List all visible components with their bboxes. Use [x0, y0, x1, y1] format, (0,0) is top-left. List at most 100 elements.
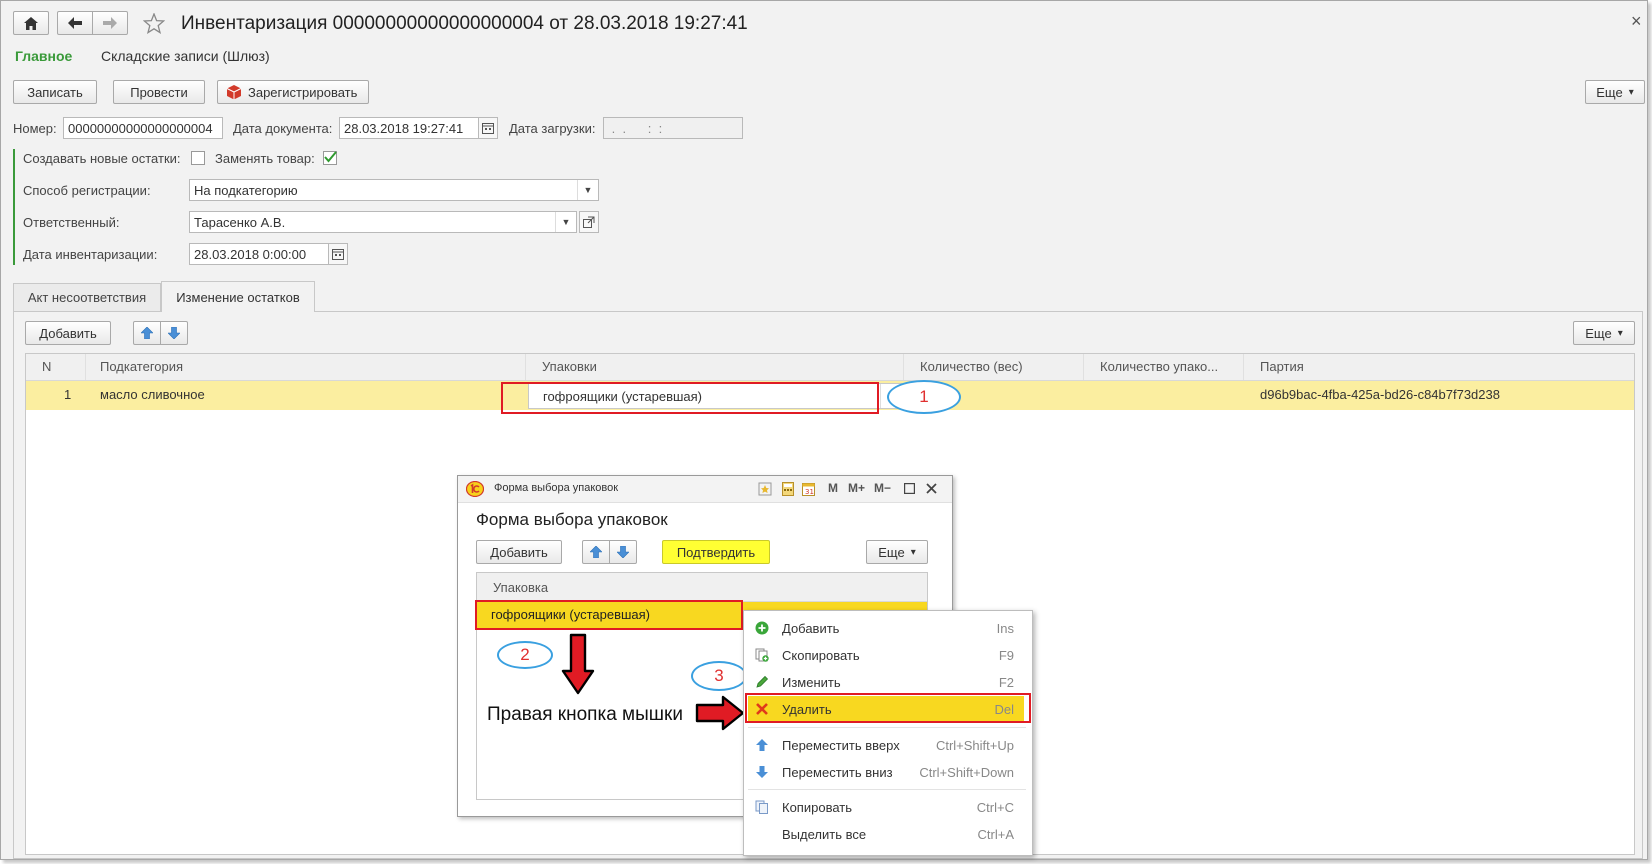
- inv-date-field[interactable]: 28.03.2018 0:00:00: [189, 243, 329, 265]
- arrow-up-icon: [754, 737, 770, 753]
- down-arrow-marker-icon: [561, 633, 595, 695]
- dialog-title: Форма выбора упаковок: [476, 510, 668, 529]
- forward-button[interactable]: [92, 11, 128, 35]
- replace-label: Заменять товар:: [215, 151, 315, 166]
- back-button[interactable]: [57, 11, 93, 35]
- move-up-button[interactable]: [133, 321, 161, 345]
- cell-n: 1: [64, 387, 72, 402]
- move-down-button[interactable]: [160, 321, 188, 345]
- dialog-move-up-button[interactable]: [582, 540, 610, 564]
- home-icon: [24, 16, 38, 30]
- reg-method-label: Способ регистрации:: [23, 183, 151, 198]
- chevron-down-icon: ▾: [1628, 86, 1634, 98]
- menu-item-copy-key: Ctrl+C: [976, 799, 1014, 815]
- responsible-select[interactable]: Тарасенко А.В. ▼: [189, 211, 577, 233]
- arrow-right-icon: [103, 17, 117, 29]
- reg-method-value: На подкатегорию: [194, 182, 298, 198]
- calculator-icon[interactable]: [782, 482, 794, 496]
- register-button[interactable]: Зарегистрировать: [217, 80, 369, 104]
- chevron-down-icon[interactable]: ▼: [555, 212, 576, 232]
- tab-act[interactable]: Акт несоответствия: [13, 283, 161, 311]
- menu-item-move-down-key: Ctrl+Shift+Down: [919, 764, 1014, 780]
- menu-divider: [748, 727, 1026, 728]
- menu-item-add-label: Добавить: [782, 620, 840, 636]
- section-tab-warehouse[interactable]: Складские записи (Шлюз): [101, 48, 270, 64]
- dialog-grid-header[interactable]: Упаковка: [477, 573, 927, 602]
- dialog-move-down-button[interactable]: [609, 540, 637, 564]
- register-button-label: Зарегистрировать: [248, 84, 358, 100]
- home-button[interactable]: [13, 11, 49, 35]
- more-button-table[interactable]: Еще ▾: [1573, 321, 1635, 345]
- open-responsible-button[interactable]: [579, 211, 599, 233]
- calendar-icon[interactable]: 31: [802, 482, 815, 496]
- number-field[interactable]: 00000000000000000004: [63, 117, 223, 139]
- section-tab-main[interactable]: Главное: [15, 48, 72, 64]
- pencil-icon: [754, 674, 770, 690]
- create-new-label: Создавать новые остатки:: [23, 151, 181, 166]
- highlight-packaging-cell: [501, 382, 879, 414]
- menu-item-copy-label: Копировать: [782, 799, 852, 815]
- annotation-marker-1: 1: [887, 380, 961, 414]
- close-icon[interactable]: ×: [1631, 11, 1642, 32]
- column-header-subcategory[interactable]: Подкатегория: [86, 354, 526, 380]
- menu-item-move-down[interactable]: Переместить вниз Ctrl+Shift+Down: [748, 759, 1024, 785]
- close-icon[interactable]: [926, 483, 937, 494]
- menu-item-copy-new-label: Скопировать: [782, 647, 860, 663]
- context-menu: Добавить Ins Скопировать F9 Изменить F2 …: [743, 610, 1033, 856]
- menu-item-add[interactable]: Добавить Ins: [748, 615, 1024, 641]
- dialog-confirm-button[interactable]: Подтвердить: [662, 540, 770, 564]
- menu-item-move-up[interactable]: Переместить вверх Ctrl+Shift+Up: [748, 732, 1024, 758]
- right-arrow-marker-icon: [695, 695, 745, 731]
- open-link-icon: [583, 216, 595, 228]
- doc-date-field[interactable]: 28.03.2018 19:27:41: [339, 117, 479, 139]
- menu-item-select-all[interactable]: Выделить все Ctrl+A: [748, 821, 1024, 847]
- create-new-checkbox[interactable]: [191, 151, 205, 165]
- bookmark-icon[interactable]: [758, 482, 772, 496]
- more-button-table-label: Еще: [1585, 325, 1612, 341]
- star-icon[interactable]: [143, 13, 165, 34]
- chevron-down-icon[interactable]: ▼: [577, 180, 598, 200]
- menu-item-copy[interactable]: Копировать Ctrl+C: [748, 794, 1024, 820]
- menu-item-edit[interactable]: Изменить F2: [748, 669, 1024, 695]
- column-header-n[interactable]: N: [26, 354, 86, 380]
- calendar-icon: [332, 249, 344, 260]
- more-button-top[interactable]: Еще ▾: [1585, 80, 1645, 104]
- dialog-add-button[interactable]: Добавить: [476, 540, 562, 564]
- highlight-delete-item: [745, 693, 1031, 723]
- right-click-caption: Правая кнопка мышки: [487, 704, 683, 725]
- options-group-accent: [13, 149, 15, 265]
- column-header-packaging[interactable]: Упаковки: [526, 354, 904, 380]
- menu-item-select-all-label: Выделить все: [782, 826, 867, 842]
- column-header-qty-weight[interactable]: Количество (вес): [904, 354, 1084, 380]
- memory-m-button[interactable]: M: [828, 481, 838, 495]
- arrow-down-icon: [168, 327, 180, 339]
- menu-item-move-down-label: Переместить вниз: [782, 764, 893, 780]
- maximize-icon[interactable]: [904, 483, 915, 494]
- column-header-packaging: Упаковка: [493, 580, 549, 595]
- column-header-batch[interactable]: Партия: [1244, 354, 1634, 380]
- column-header-qty-pack[interactable]: Количество упако...: [1084, 354, 1244, 380]
- reg-method-select[interactable]: На подкатегорию ▼: [189, 179, 599, 201]
- chevron-down-icon: ▾: [910, 546, 916, 558]
- memory-mminus-button[interactable]: M−: [874, 481, 891, 495]
- tab-changes[interactable]: Изменение остатков: [161, 281, 315, 312]
- arrow-left-icon: [68, 17, 82, 29]
- menu-item-edit-key: F2: [998, 674, 1014, 690]
- inv-date-label: Дата инвентаризации:: [23, 247, 158, 262]
- menu-item-copy-new[interactable]: Скопировать F9: [748, 642, 1024, 668]
- plus-circle-icon: [754, 620, 770, 636]
- replace-checkbox[interactable]: [323, 151, 337, 165]
- add-row-button[interactable]: Добавить: [25, 321, 111, 345]
- write-button[interactable]: Записать: [13, 80, 97, 104]
- tab-changes-label: Изменение остатков: [176, 289, 300, 305]
- calendar-button-inv[interactable]: [328, 243, 348, 265]
- calendar-button-doc[interactable]: [478, 117, 498, 139]
- dialog-more-button[interactable]: Еще ▾: [866, 540, 928, 564]
- window-title: Инвентаризация 00000000000000000004 от 2…: [181, 13, 748, 34]
- menu-item-edit-label: Изменить: [782, 674, 841, 690]
- copy-icon: [754, 799, 770, 815]
- main-window: Инвентаризация 00000000000000000004 от 2…: [0, 0, 1648, 860]
- check-icon: [324, 151, 337, 163]
- post-button[interactable]: Провести: [113, 80, 205, 104]
- memory-mplus-button[interactable]: M+: [848, 481, 865, 495]
